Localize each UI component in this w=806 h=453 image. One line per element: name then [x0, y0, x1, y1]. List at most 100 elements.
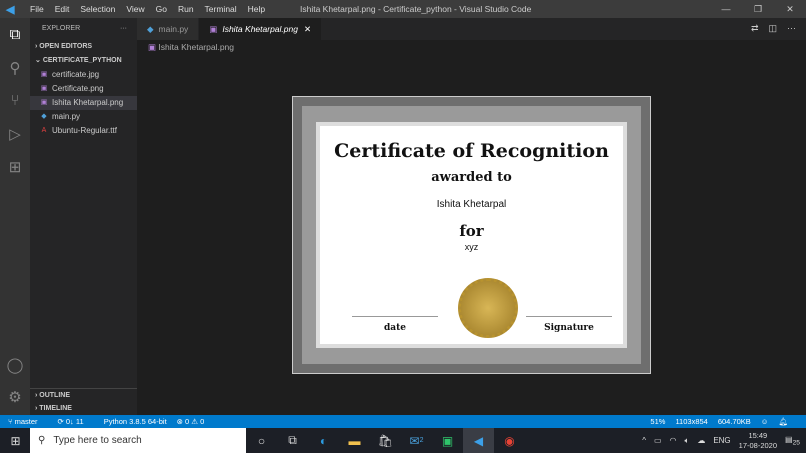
- file-item[interactable]: A Ubuntu-Regular.ttf: [30, 124, 137, 138]
- open-changes-icon[interactable]: ⇄: [751, 23, 759, 34]
- split-editor-icon[interactable]: ◫: [768, 23, 777, 34]
- notification-center-icon[interactable]: ▤25: [785, 435, 800, 447]
- search-placeholder: Type here to search: [53, 435, 142, 446]
- onedrive-icon[interactable]: ☁: [697, 436, 705, 445]
- file-name: Certificate.png: [52, 84, 104, 93]
- mail-icon[interactable]: ✉ 2: [401, 428, 432, 453]
- zoom-level[interactable]: 51%: [650, 417, 665, 426]
- explorer-sidebar: EXPLORER ··· › OPEN EDITORS ⌄ CERTIFICATE…: [30, 18, 137, 415]
- status-bar: ⑂ master ⟳ 0↓ 11 Python 3.8.5 64-bit ⊗ 0…: [0, 415, 806, 428]
- wifi-icon[interactable]: ◠: [670, 436, 677, 445]
- breadcrumb-file: Ishita Khetarpal.png: [158, 42, 235, 52]
- account-icon[interactable]: ◯: [0, 348, 30, 381]
- mail-badge: 2: [419, 437, 424, 444]
- file-name: certificate.jpg: [52, 70, 100, 79]
- menu-file[interactable]: File: [30, 4, 44, 14]
- file-name: Ubuntu-Regular.ttf: [52, 126, 117, 135]
- settings-gear-icon[interactable]: ⚙: [0, 380, 30, 413]
- certificate-image: Certificate of Recognition awarded to Is…: [292, 96, 651, 374]
- explorer-header: EXPLORER: [42, 25, 81, 32]
- outline-section[interactable]: › OUTLINE: [30, 388, 137, 402]
- file-item[interactable]: ▣ Certificate.png: [30, 82, 137, 96]
- more-actions-icon[interactable]: ···: [120, 18, 127, 40]
- windows-start-icon[interactable]: ⊞: [0, 428, 31, 453]
- maximize-button[interactable]: ❐: [742, 0, 774, 18]
- windows-taskbar: ⊞ ⚲ Type here to search ○ ⧉ ◐ ▬ 🛍︎ ✉ 2 ▣ ◀…: [0, 428, 806, 453]
- store-icon[interactable]: 🛍︎: [370, 428, 401, 453]
- file-item[interactable]: ▣ Ishita Khetarpal.png: [30, 96, 137, 110]
- language-indicator[interactable]: ENG: [713, 436, 730, 445]
- tab-label: Ishita Khetarpal.png: [222, 24, 298, 34]
- tab-ishita-khetarpal-png[interactable]: ▣ Ishita Khetarpal.png ✕: [199, 18, 322, 40]
- menu-terminal[interactable]: Terminal: [205, 4, 237, 14]
- notifications-bell-icon[interactable]: 🔔︎: [778, 417, 788, 426]
- menu-selection[interactable]: Selection: [80, 4, 115, 14]
- minimize-button[interactable]: —: [710, 0, 742, 18]
- python-icon: ◆: [41, 113, 47, 120]
- feedback-icon[interactable]: ☺: [761, 417, 769, 426]
- breadcrumb[interactable]: ▣ Ishita Khetarpal.png: [148, 42, 234, 53]
- image-icon: ▣: [148, 42, 157, 52]
- menu-view[interactable]: View: [126, 4, 144, 14]
- time: 15:49: [748, 430, 768, 440]
- run-debug-icon[interactable]: ▷: [0, 117, 30, 150]
- file-name: Ishita Khetarpal.png: [52, 98, 124, 107]
- search-icon[interactable]: ⚲: [0, 51, 30, 84]
- tab-main-py[interactable]: ◆ main.py: [137, 18, 199, 40]
- file-size: 604.70KB: [717, 417, 751, 426]
- cortana-icon[interactable]: ○: [246, 428, 277, 453]
- close-button[interactable]: ✕: [774, 0, 806, 18]
- battery-icon[interactable]: ▭: [654, 436, 662, 445]
- file-item[interactable]: ◆ main.py: [30, 110, 137, 124]
- vscode-taskbar-icon[interactable]: ◀: [463, 428, 494, 453]
- file-name: main.py: [52, 112, 81, 121]
- source-control-icon[interactable]: ⑂: [0, 84, 30, 117]
- file-item[interactable]: ▣ certificate.jpg: [30, 68, 137, 82]
- title-bar: ◀ File Edit Selection View Go Run Terminal Help…: [0, 0, 806, 18]
- system-tray: ^ ▭ ◠ 🔈︎ ☁ ENG 15:49 17-08-2020 ▤25: [642, 431, 806, 451]
- branch-indicator[interactable]: ⑂ master: [8, 417, 48, 426]
- menu-go[interactable]: Go: [156, 4, 167, 14]
- editor-actions: ⇄ ◫ ···: [741, 18, 806, 39]
- for-text: for: [459, 222, 484, 240]
- timeline-label: TIMELINE: [39, 405, 72, 412]
- image-icon: ▣: [40, 85, 48, 92]
- menu-edit[interactable]: Edit: [55, 4, 70, 14]
- python-icon: ◆: [147, 23, 154, 34]
- image-icon: ▣: [40, 71, 48, 78]
- taskbar-search[interactable]: ⚲ Type here to search: [30, 428, 246, 453]
- signature-label: Signature: [526, 316, 612, 333]
- problems-indicator[interactable]: ⊗ 0 ⚠ 0: [177, 417, 205, 426]
- menu-run[interactable]: Run: [178, 4, 194, 14]
- pycharm-icon[interactable]: ▣: [432, 428, 463, 453]
- chrome-icon[interactable]: ◉: [494, 428, 525, 453]
- folder-section[interactable]: ⌄ CERTIFICATE_PYTHON: [30, 54, 137, 68]
- date: 17-08-2020: [738, 440, 778, 450]
- extensions-icon[interactable]: ⊞: [0, 150, 30, 183]
- branch-name: master: [14, 417, 38, 426]
- python-interpreter[interactable]: Python 3.8.5 64-bit: [104, 417, 167, 426]
- more-actions-icon[interactable]: ···: [787, 23, 796, 34]
- chevron-up-icon[interactable]: ^: [642, 436, 646, 445]
- volume-icon[interactable]: 🔈︎: [685, 436, 690, 446]
- edge-icon[interactable]: ◐: [308, 428, 339, 453]
- file-explorer-icon[interactable]: ▬: [339, 428, 370, 453]
- activity-bar: ⧉ ⚲ ⑂ ▷ ⊞ ◯ ⚙: [0, 18, 30, 415]
- image-dimensions: 1103x854: [675, 417, 708, 426]
- image-icon: ▣: [40, 99, 48, 106]
- sync-indicator[interactable]: ⟳ 0↓ 11: [58, 417, 94, 426]
- folder-label: CERTIFICATE_PYTHON: [42, 57, 122, 64]
- explorer-icon[interactable]: ⧉: [0, 18, 30, 51]
- image-icon: ▣: [209, 23, 218, 34]
- notification-count: 25: [792, 439, 800, 447]
- clock[interactable]: 15:49 17-08-2020: [739, 431, 777, 451]
- search-icon: ⚲: [38, 435, 46, 446]
- menu-help[interactable]: Help: [248, 4, 265, 14]
- open-editors-section[interactable]: › OPEN EDITORS: [30, 40, 137, 54]
- task-view-icon[interactable]: ⧉: [277, 428, 308, 453]
- font-icon: A: [41, 127, 47, 134]
- tab-label: main.py: [158, 24, 189, 34]
- timeline-section[interactable]: › TIMELINE: [30, 402, 72, 416]
- close-tab-icon[interactable]: ✕: [304, 24, 311, 35]
- editor-tabs: ◆ main.py ▣ Ishita Khetarpal.png ✕: [137, 18, 806, 40]
